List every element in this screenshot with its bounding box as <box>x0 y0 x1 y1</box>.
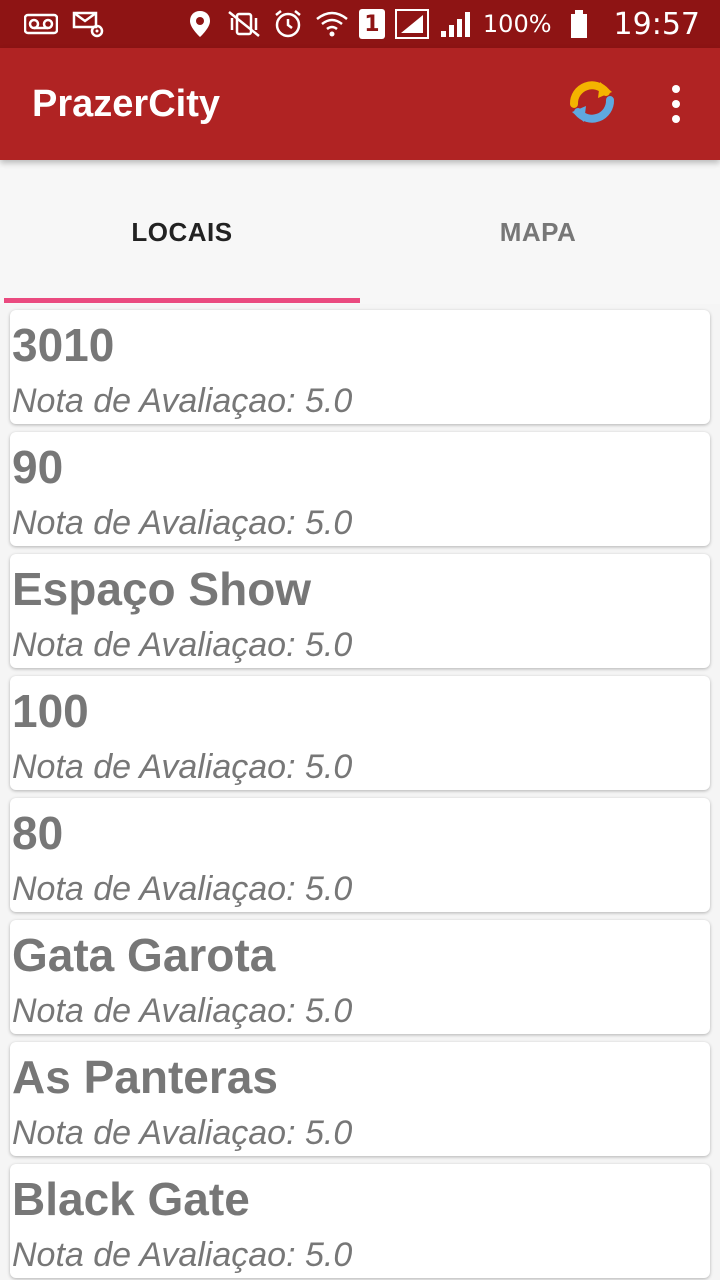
place-name: 80 <box>12 807 64 859</box>
place-rating: Nota de Avaliaçao: 5.0 <box>12 748 353 786</box>
battery-percent: 100% <box>482 10 552 38</box>
wifi-icon <box>315 9 349 39</box>
places-list[interactable]: 3010 Nota de Avaliaçao: 5.0 90 Nota de A… <box>0 304 720 1280</box>
place-name: Espaço Show <box>12 563 312 615</box>
signal-icon <box>394 9 429 39</box>
tab-mapa[interactable]: MAPA <box>360 160 716 304</box>
place-rating: Nota de Avaliaçao: 5.0 <box>12 382 353 420</box>
list-item[interactable]: Espaço Show Nota de Avaliaçao: 5.0 <box>10 554 710 668</box>
battery-icon <box>562 9 596 39</box>
place-name: 3010 <box>12 319 115 371</box>
place-name: Gata Garota <box>12 929 276 981</box>
list-item[interactable]: Gata Garota Nota de Avaliaçao: 5.0 <box>10 920 710 1034</box>
list-item[interactable]: As Panteras Nota de Avaliaçao: 5.0 <box>10 1042 710 1156</box>
place-name: 100 <box>12 685 89 737</box>
place-rating: Nota de Avaliaçao: 5.0 <box>12 1114 353 1152</box>
place-name: 90 <box>12 441 64 493</box>
place-name: As Panteras <box>12 1051 278 1103</box>
list-item[interactable]: Black Gate Nota de Avaliaçao: 5.0 <box>10 1164 710 1278</box>
place-rating: Nota de Avaliaçao: 5.0 <box>12 870 353 908</box>
refresh-button[interactable] <box>562 76 622 132</box>
list-item[interactable]: 3010 Nota de Avaliaçao: 5.0 <box>10 310 710 424</box>
signal-strength-icon <box>439 9 473 39</box>
alarm-icon <box>271 9 305 39</box>
place-name: Black Gate <box>12 1173 250 1225</box>
vibrate-mute-icon <box>227 9 261 39</box>
app-bar: PrazerCity <box>0 48 720 160</box>
place-rating: Nota de Avaliaçao: 5.0 <box>12 626 353 664</box>
tab-locais[interactable]: LOCAIS <box>4 160 360 304</box>
clock: 19:57 <box>613 6 700 42</box>
mail-settings-icon <box>72 9 106 39</box>
list-item[interactable]: 100 Nota de Avaliaçao: 5.0 <box>10 676 710 790</box>
place-rating: Nota de Avaliaçao: 5.0 <box>12 504 353 542</box>
tab-bar: LOCAIS MAPA <box>0 160 720 304</box>
list-item[interactable]: 90 Nota de Avaliaçao: 5.0 <box>10 432 710 546</box>
list-item[interactable]: 80 Nota de Avaliaçao: 5.0 <box>10 798 710 912</box>
more-vertical-icon <box>672 85 680 93</box>
place-rating: Nota de Avaliaçao: 5.0 <box>12 1236 353 1274</box>
status-bar: 1 100% 19:57 <box>0 0 720 48</box>
voicemail-icon <box>24 9 58 39</box>
overflow-menu-button[interactable] <box>652 78 700 130</box>
refresh-icon <box>566 78 618 131</box>
location-icon <box>183 9 217 39</box>
tab-indicator <box>4 298 360 303</box>
app-title: PrazerCity <box>32 82 220 125</box>
place-rating: Nota de Avaliaçao: 5.0 <box>12 992 353 1030</box>
sim-indicator: 1 <box>358 9 385 39</box>
